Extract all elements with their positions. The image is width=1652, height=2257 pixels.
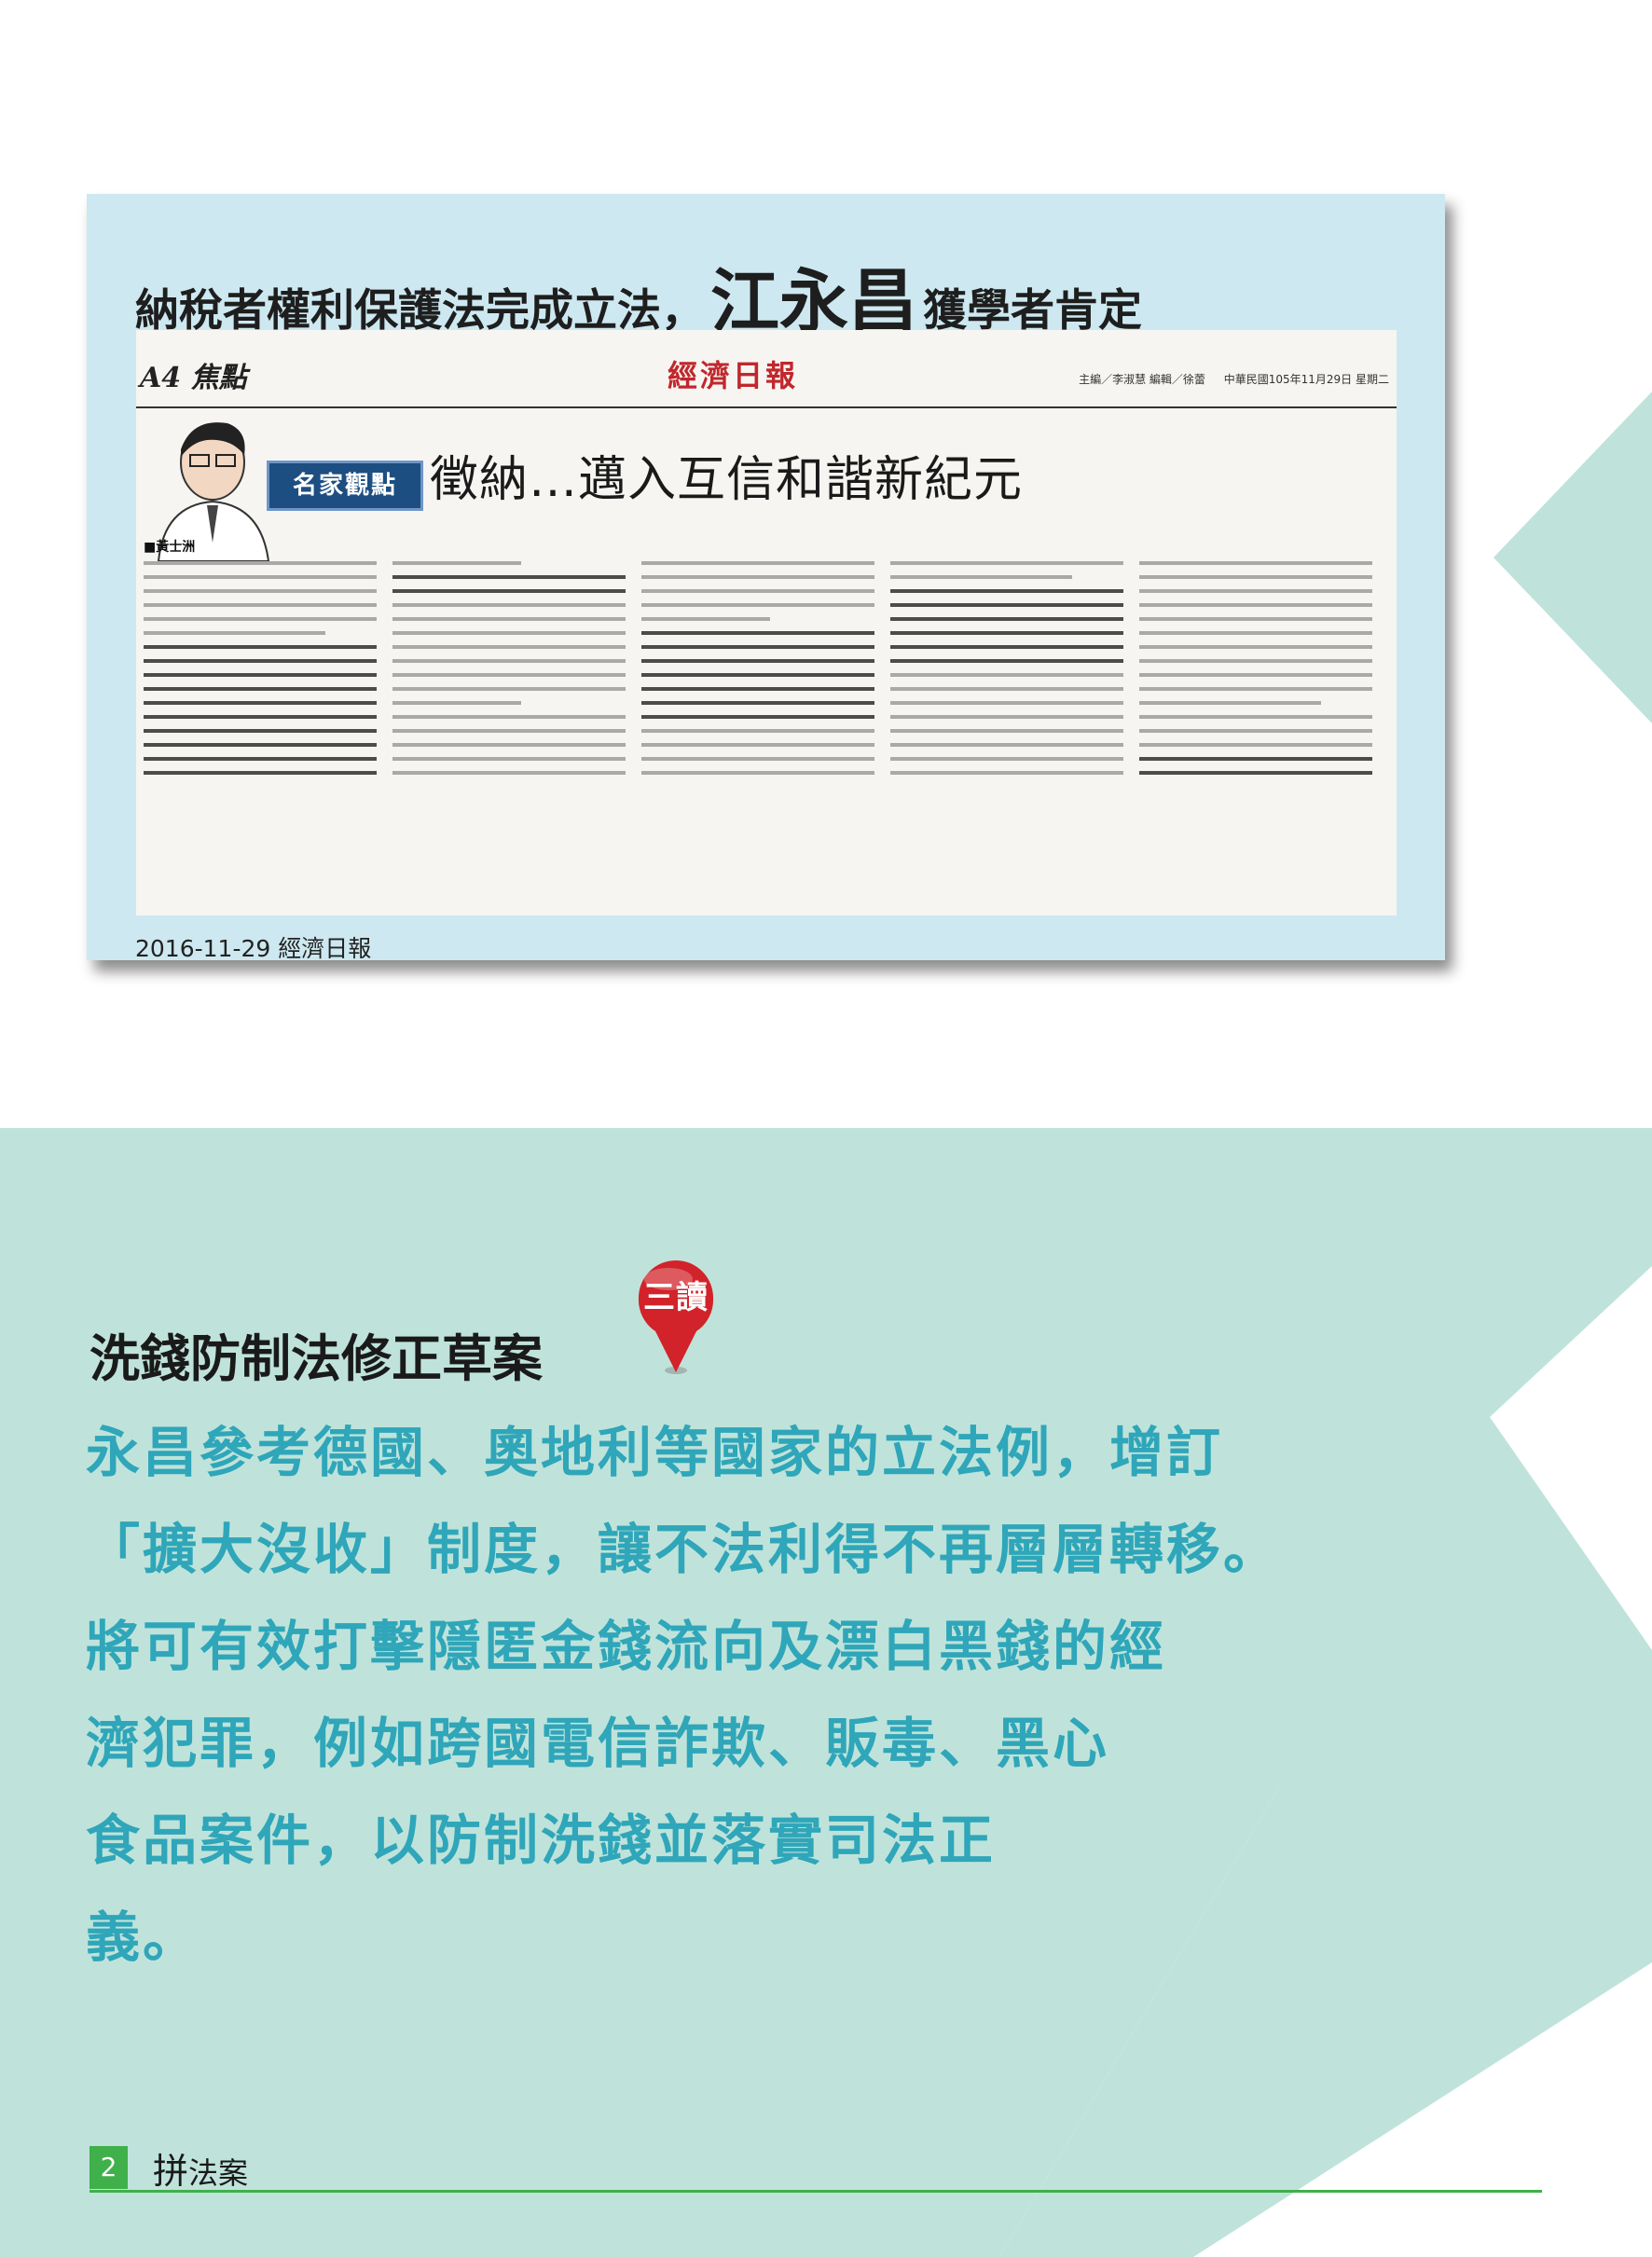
newspaper-article-title: 徵納…邁入互信和諧新紀元 (430, 452, 1024, 508)
bill-description: 永昌參考德國、奧地利等國家的立法例，增訂 「擴大沒收」制度，讓不法利得不再層層轉… (86, 1404, 1280, 1986)
text-column-1 (144, 561, 377, 915)
newspaper-section: A4 焦點 (140, 362, 247, 394)
newspaper-name: 經濟日報 (668, 358, 799, 393)
description-line: 「擴大沒收」制度，讓不法利得不再層層轉移。 (86, 1518, 1281, 1581)
text-column-3 (641, 561, 874, 915)
headline-part-2: 獲學者肯定 (923, 285, 1142, 337)
text-column-4 (890, 561, 1123, 915)
newspaper-header: A4 焦點 經濟日報 主編／李淑慧 編輯／徐蕾 中華民國105年11月29日 星… (136, 330, 1397, 408)
bill-title: 洗錢防制法修正草案 (89, 1329, 543, 1388)
badge-label: 三讀 (643, 1279, 709, 1316)
description-line: 將可有效打擊隱匿金錢流向及漂白黑錢的經 (86, 1615, 1167, 1678)
text-column-2 (392, 561, 626, 915)
newspaper-meta: 主編／李淑慧 編輯／徐蕾 中華民國105年11月29日 星期二 (1064, 371, 1389, 387)
column-label-band: 名家觀點 (267, 461, 423, 511)
top-arrow-shape (1494, 392, 1652, 723)
description-line: 永昌參考德國、奧地利等國家的立法例，增訂 (86, 1421, 1224, 1484)
publication-name: 法案 (188, 2155, 249, 2191)
newspaper-date: 中華民國105年11月29日 星期二 (1223, 373, 1389, 386)
column-label: 名家觀點 (292, 472, 397, 500)
footer-rule (89, 2190, 1542, 2193)
headline-part-1: 納稅者權利保護法完成立法， (135, 285, 705, 337)
newspaper-author: ■黃士洲 (144, 540, 196, 555)
publication-brand: 拼法案 (153, 2142, 248, 2194)
newspaper-editor: 主編／李淑慧 編輯／徐蕾 (1079, 373, 1205, 386)
clipping-card: 納稅者權利保護法完成立法，江永昌 獲學者肯定 A4 焦點 經濟日報 主編／李淑慧 … (87, 194, 1445, 962)
text-column-5 (1139, 561, 1372, 915)
description-line: 濟犯罪，例如跨國電信詐欺、販毒、黑心 (86, 1712, 1110, 1775)
clipping-date-source: 2016-11-29 經濟日報 (135, 935, 372, 962)
newspaper-article-body: ■黃士洲 (136, 530, 1397, 915)
description-line: 義。 (86, 1906, 200, 1969)
newspaper-scan: A4 焦點 經濟日報 主編／李淑慧 編輯／徐蕾 中華民國105年11月29日 星… (136, 330, 1397, 915)
publication-logo: 拼 (153, 2151, 189, 2192)
clipping-headline: 納稅者權利保護法完成立法，江永昌 獲學者肯定 (135, 246, 1142, 342)
page-number: 2 (89, 2146, 128, 2189)
third-reading-badge: 三讀 (627, 1255, 724, 1376)
description-line: 食品案件，以防制洗錢並落實司法正 (86, 1809, 997, 1872)
